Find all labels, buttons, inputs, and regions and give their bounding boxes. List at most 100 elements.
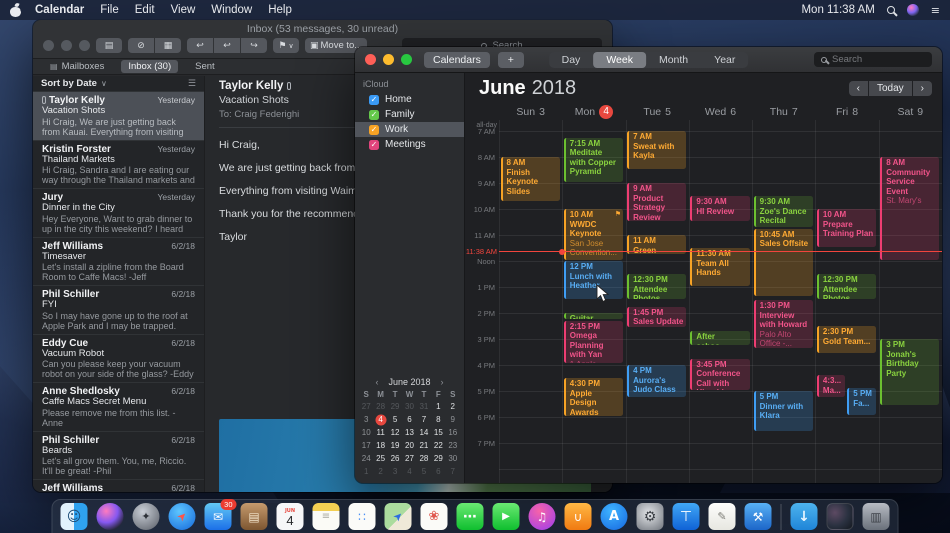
- reply-all-button[interactable]: ↩: [214, 38, 240, 53]
- mini-day[interactable]: 9: [446, 414, 460, 425]
- event-after-schoo[interactable]: After schoo...: [690, 331, 749, 345]
- checkbox-icon[interactable]: ✓: [369, 140, 379, 150]
- view-tab-week[interactable]: Week: [593, 52, 646, 68]
- maps-dock-icon[interactable]: ➤: [385, 503, 412, 530]
- keynote-dock-icon[interactable]: ⊤: [673, 503, 700, 530]
- siri-icon[interactable]: [907, 4, 919, 16]
- textedit-dock-icon[interactable]: ✎: [709, 503, 736, 530]
- mini-day[interactable]: 5: [417, 466, 431, 477]
- delete-button[interactable]: ▦: [155, 38, 181, 53]
- sidebar-calendar-home[interactable]: ✓Home: [355, 92, 464, 107]
- mini-day[interactable]: 30: [446, 453, 460, 464]
- mini-day[interactable]: 20: [402, 440, 416, 451]
- next-week-button[interactable]: ›: [913, 81, 932, 96]
- mini-day[interactable]: 4: [402, 466, 416, 477]
- mini-day[interactable]: 23: [446, 440, 460, 451]
- mini-day[interactable]: 19: [388, 440, 402, 451]
- mini-day[interactable]: 25: [373, 453, 387, 464]
- event-dinner-with-klara[interactable]: 5 PMDinner with Klara: [754, 391, 813, 431]
- event-omega-planning-with-yan[interactable]: 2:15 PMOmega Planning with Yan1 Apple Pa…: [564, 321, 623, 364]
- close-button[interactable]: [365, 54, 376, 65]
- reply-button[interactable]: ↩: [187, 38, 213, 53]
- mini-day[interactable]: 29: [431, 453, 445, 464]
- mini-day[interactable]: 21: [417, 440, 431, 451]
- mini-day[interactable]: 6: [431, 466, 445, 477]
- mini-day[interactable]: 8: [431, 414, 445, 425]
- launchpad-dock-icon[interactable]: ✦: [133, 503, 160, 530]
- mini-prev-button[interactable]: ‹: [375, 377, 378, 387]
- mail-favorite-sent[interactable]: Sent: [188, 60, 222, 73]
- event-aurora-s-judo-class[interactable]: 4 PMAurora's Judo Class: [627, 365, 686, 397]
- add-event-button[interactable]: +: [498, 52, 524, 68]
- mini-day[interactable]: 27: [402, 453, 416, 464]
- menu-bar-clock[interactable]: Mon 11:38 AM: [801, 4, 874, 16]
- app-store-dock-icon[interactable]: A: [601, 503, 628, 530]
- mail-list-item[interactable]: JuryYesterdayDinner in the CityHey Every…: [33, 189, 204, 238]
- messages-dock-icon[interactable]: ⋯: [457, 503, 484, 530]
- mail-list-item[interactable]: Kristin ForsterYesterdayThailand Markets…: [33, 141, 204, 190]
- mail-dock-icon[interactable]: ✉30: [205, 503, 232, 530]
- apple-menu-icon[interactable]: [10, 4, 21, 17]
- event-apple-design-awards[interactable]: 4:30 PMApple Design Awards: [564, 378, 623, 416]
- mini-day[interactable]: 1: [431, 401, 445, 412]
- mini-day[interactable]: 16: [446, 427, 460, 438]
- menu-window[interactable]: Window: [211, 4, 252, 16]
- mail-list-item[interactable]: Anne Shedlosky6/2/18Caffe Macs Secret Me…: [33, 383, 204, 432]
- reminders-dock-icon[interactable]: ∷: [349, 503, 376, 530]
- system-preferences-dock-icon[interactable]: ⚙: [637, 503, 664, 530]
- calendar-toolbar[interactable]: Calendars + DayWeekMonthYear Search: [355, 47, 942, 73]
- forward-button[interactable]: ↪: [241, 38, 267, 53]
- event-sales-offsite[interactable]: 10:45 AMSales Offsite: [754, 229, 813, 296]
- menu-edit[interactable]: Edit: [135, 4, 155, 16]
- mini-day[interactable]: 6: [402, 414, 416, 425]
- mini-day[interactable]: 24: [359, 453, 373, 464]
- filter-icon[interactable]: ☰: [188, 79, 196, 89]
- mail-list-item[interactable]: Jeff Williams6/2/18SorryJust a heads up,…: [33, 480, 204, 492]
- event-attendee-photos[interactable]: 12:30 PMAttendee Photos: [817, 274, 876, 299]
- mini-day[interactable]: 10: [359, 427, 373, 438]
- event-guitar-pract[interactable]: Guitar Pract...: [564, 313, 623, 319]
- zoom-button[interactable]: [401, 54, 412, 65]
- photos-dock-icon[interactable]: ❀: [421, 503, 448, 530]
- archive-button[interactable]: ▤: [96, 38, 122, 53]
- menu-view[interactable]: View: [171, 4, 196, 16]
- mini-day[interactable]: 7: [446, 466, 460, 477]
- safari-dock-icon[interactable]: ➤: [169, 503, 196, 530]
- sidebar-calendar-work[interactable]: ✓Work: [355, 122, 464, 137]
- menu-calendar[interactable]: Calendar: [35, 4, 84, 16]
- prev-week-button[interactable]: ‹: [849, 81, 868, 96]
- mail-favorite-inbox-30[interactable]: Inbox (30): [121, 60, 178, 73]
- minimized-window-dock-icon[interactable]: [827, 503, 854, 530]
- view-tab-year[interactable]: Year: [701, 52, 748, 68]
- mini-day[interactable]: 11: [373, 427, 387, 438]
- finder-dock-icon[interactable]: ☺: [61, 503, 88, 530]
- sidebar-calendar-family[interactable]: ✓Family: [355, 107, 464, 122]
- mini-day[interactable]: 5: [388, 414, 402, 425]
- checkbox-icon[interactable]: ✓: [369, 125, 379, 135]
- event-product-strategy-review[interactable]: 9 AMProduct Strategy Review: [627, 183, 686, 221]
- mail-list-item[interactable]: Eddy Cue6/2/18Vacuum RobotCan you please…: [33, 335, 204, 384]
- mail-title-bar[interactable]: Inbox (53 messages, 30 unread): [33, 20, 612, 37]
- mail-sort-header[interactable]: Sort by Date ∨ ☰: [33, 76, 204, 92]
- mini-day[interactable]: 12: [388, 427, 402, 438]
- event-team-all-hands[interactable]: 11:30 AMTeam All Hands: [690, 248, 749, 286]
- event-attendee-photos[interactable]: 12:30 PMAttendee Photos: [627, 274, 686, 299]
- event-hi-review[interactable]: 9:30 AMHI Review: [690, 196, 749, 221]
- calendar-search-field[interactable]: Search: [814, 52, 932, 67]
- event-community-service-event[interactable]: 8 AMCommunity Service EventSt. Mary's: [880, 157, 939, 260]
- mini-day[interactable]: 26: [388, 453, 402, 464]
- mini-next-button[interactable]: ›: [441, 377, 444, 387]
- mini-day[interactable]: 14: [417, 427, 431, 438]
- event-interview-with-howard[interactable]: 1:30 PMInterview with HowardPalo Alto Of…: [754, 300, 813, 348]
- facetime-dock-icon[interactable]: ▶: [493, 503, 520, 530]
- menu-file[interactable]: File: [100, 4, 119, 16]
- view-tab-day[interactable]: Day: [549, 52, 594, 68]
- event-prepare-training-plan[interactable]: 10 AMPrepare Training Plan: [817, 209, 876, 247]
- calendars-button[interactable]: Calendars: [424, 52, 490, 68]
- mini-day[interactable]: 29: [388, 401, 402, 412]
- notes-dock-icon[interactable]: ≡: [313, 503, 340, 530]
- minimize-button[interactable]: [61, 40, 72, 51]
- mail-list-item[interactable]: Jeff Williams6/2/18TimesaverLet's instal…: [33, 238, 204, 287]
- mail-list-item[interactable]: Phil Schiller6/2/18BeardsLet's all grow …: [33, 432, 204, 481]
- siri-dock-icon[interactable]: [97, 503, 124, 530]
